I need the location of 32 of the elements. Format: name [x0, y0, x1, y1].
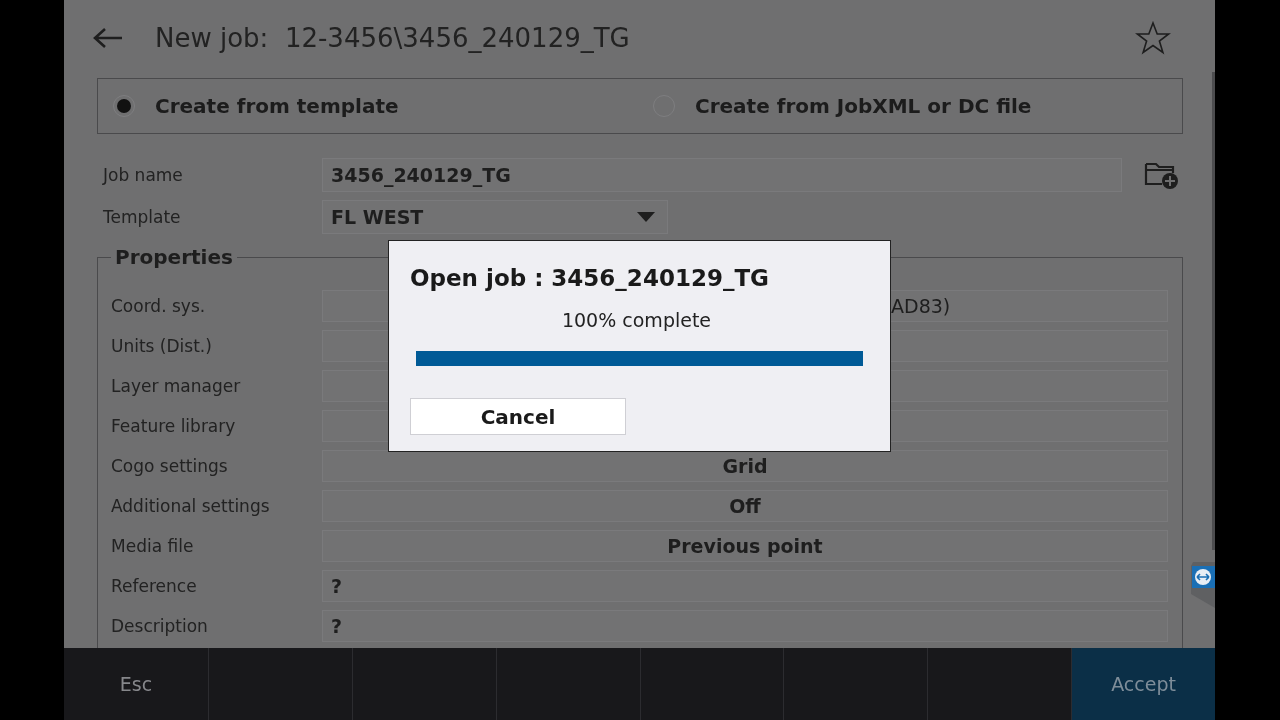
- field-label: Layer manager: [111, 376, 242, 396]
- radio-button[interactable]: [113, 95, 135, 117]
- cancel-button[interactable]: Cancel: [410, 398, 626, 435]
- scrollbar[interactable]: [1212, 72, 1215, 550]
- value-field[interactable]: Previous point: [322, 530, 1168, 562]
- field-label: Job name: [103, 165, 184, 185]
- remote-tab-icon[interactable]: [1189, 562, 1215, 608]
- value-field[interactable]: ?: [322, 610, 1168, 642]
- value-field[interactable]: ?: [322, 570, 1168, 602]
- field-label: Coord. sys.: [111, 296, 207, 316]
- field-label: Cogo settings: [111, 456, 229, 476]
- value-field[interactable]: Off: [322, 490, 1168, 522]
- job-name-field[interactable]: 3456_240129_TG: [322, 158, 1122, 192]
- field-label: Description: [111, 616, 209, 636]
- caret-icon: [637, 212, 655, 222]
- progress-status: 100% complete: [561, 309, 712, 331]
- star-icon[interactable]: [1135, 20, 1171, 55]
- field-label: Units (Dist.): [111, 336, 213, 356]
- back-arrow-icon[interactable]: [93, 26, 123, 49]
- dialog-title: Open job : 3456_240129_TG: [410, 265, 770, 291]
- radio-label[interactable]: Create from template: [155, 94, 399, 118]
- page-title: New job: 12-3456\3456_240129_TG: [155, 22, 631, 53]
- radio-label[interactable]: Create from JobXML or DC file: [695, 94, 1032, 118]
- field-label: Additional settings: [111, 496, 271, 516]
- field-label: Template: [103, 207, 182, 227]
- template-dropdown[interactable]: FL WEST: [322, 200, 668, 234]
- field-label: Reference: [111, 576, 198, 596]
- accept-softkey[interactable]: Accept: [1071, 648, 1215, 720]
- value-field[interactable]: Grid: [322, 450, 1168, 482]
- field-label: Media file: [111, 536, 195, 556]
- new-folder-icon[interactable]: [1144, 160, 1180, 190]
- field-label: Feature library: [111, 416, 237, 436]
